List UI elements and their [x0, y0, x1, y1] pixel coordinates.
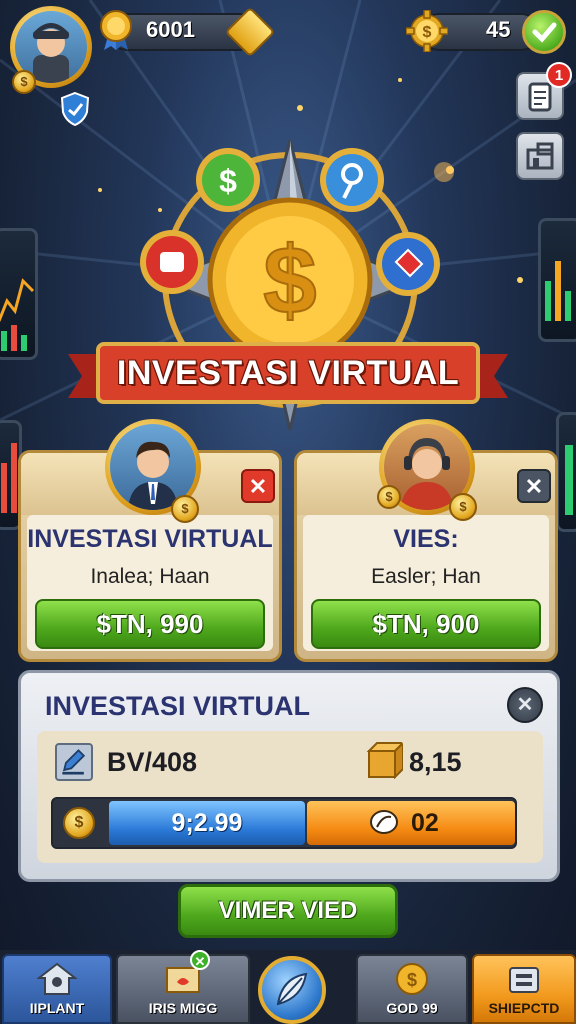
- medal-icon: [100, 10, 132, 50]
- viner-vied-button[interactable]: VIMER VIED: [178, 884, 398, 938]
- tab-label: GOD 99: [386, 1000, 438, 1016]
- svg-text:$: $: [219, 163, 237, 199]
- left-stock-screen: [0, 228, 38, 360]
- coin-icon: $: [396, 963, 428, 995]
- stat-left-value: BV/408: [107, 747, 198, 777]
- progress-orange-value: 02: [411, 809, 439, 837]
- stat-right-value: 8,15: [409, 747, 462, 777]
- investment-card-1[interactable]: $ ✕ INVESTASI VIRTUAL Inalea; Haan $TN, …: [18, 419, 282, 662]
- svg-text:$: $: [423, 24, 432, 41]
- chat-leaf-icon: [370, 810, 398, 834]
- card-coin-icon: $: [377, 485, 401, 509]
- crate-icon: [366, 741, 403, 779]
- panel-title: INVESTASI VIRTUAL: [45, 691, 311, 721]
- feather-orb-icon: [276, 972, 308, 1006]
- tab-shop[interactable]: SHIEPCTD: [472, 954, 576, 1024]
- progress-orange-segment: 02: [307, 801, 515, 845]
- card-subtitle: Inalea; Haan: [90, 565, 210, 588]
- gear-coin-icon: $: [406, 10, 448, 52]
- currency-left-value: 6001: [146, 17, 195, 42]
- avatar-coin-icon: $: [12, 70, 36, 94]
- check-icon: [532, 22, 557, 43]
- page-title: INVESTASI VIRTUAL: [116, 354, 460, 392]
- tab-label: SHIEPCTD: [488, 1000, 560, 1016]
- tab-home[interactable]: IIPLANT: [2, 954, 112, 1024]
- building-icon: [526, 142, 554, 170]
- shop-icon: [509, 967, 539, 993]
- tab-center-orb[interactable]: [258, 956, 326, 1024]
- tab-badge-icon: ✕: [190, 950, 210, 970]
- pen-icon: [55, 743, 93, 781]
- shop-building-button[interactable]: [516, 132, 564, 180]
- right-stock-screen: [538, 218, 576, 342]
- card-title: INVESTASI VIRTUAL: [27, 525, 273, 553]
- svg-text:$: $: [407, 970, 417, 990]
- home-icon: [37, 962, 77, 995]
- investment-card-2[interactable]: $ $ ✕ VIES: Easler; Han $TN, 900: [294, 419, 558, 662]
- svg-text:$: $: [263, 227, 316, 334]
- panel-close-button[interactable]: ✕: [507, 687, 543, 723]
- investment-progress-bar: $ 9;2.99 02: [51, 797, 517, 849]
- card-coin-icon: $: [171, 495, 199, 523]
- tab-map[interactable]: ✕ IRIS MIGG: [116, 950, 250, 1024]
- invest-price-button[interactable]: $TN, 900: [311, 599, 541, 649]
- card-title: VIES:: [393, 525, 459, 553]
- notification-badge: 1: [546, 62, 572, 88]
- card-coin-icon: $: [449, 493, 477, 521]
- tab-label: IRIS MIGG: [148, 1000, 218, 1016]
- right-stock-screen-lower: [556, 412, 576, 532]
- progress-blue-segment: 9;2.99: [109, 801, 305, 845]
- confirm-check-button[interactable]: [522, 10, 566, 54]
- shield-icon: [60, 92, 90, 126]
- card-close-button[interactable]: ✕: [517, 469, 551, 503]
- invest-price-button[interactable]: $TN, 990: [35, 599, 265, 649]
- tab-coins[interactable]: $ GOD 99: [356, 954, 468, 1024]
- tab-label: IIPLANT: [29, 1000, 85, 1016]
- gear-coin-icon: $: [63, 807, 95, 839]
- card-subtitle: Easler; Han: [371, 565, 481, 588]
- currency-right-value: 45: [486, 17, 511, 42]
- card-close-button[interactable]: ✕: [241, 469, 275, 503]
- investment-summary-panel: INVESTASI VIRTUAL ✕ BV/408 8,15 $ 9;2.99…: [18, 670, 560, 882]
